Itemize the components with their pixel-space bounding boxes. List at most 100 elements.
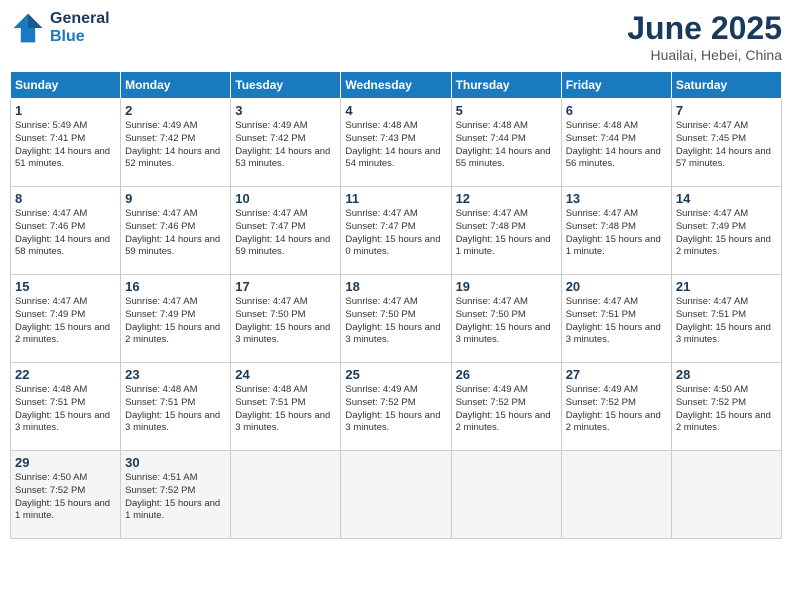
day-info: Sunrise: 4:47 AMSunset: 7:50 PMDaylight:…: [345, 296, 446, 347]
table-row: 5 Sunrise: 4:48 AMSunset: 7:44 PMDayligh…: [451, 99, 561, 187]
calendar-week-row: 8 Sunrise: 4:47 AMSunset: 7:46 PMDayligh…: [11, 187, 782, 275]
day-number: 26: [456, 367, 557, 382]
table-row: 26 Sunrise: 4:49 AMSunset: 7:52 PMDaylig…: [451, 363, 561, 451]
day-number: 19: [456, 279, 557, 294]
table-row: 11 Sunrise: 4:47 AMSunset: 7:47 PMDaylig…: [341, 187, 451, 275]
day-number: 27: [566, 367, 667, 382]
header-wednesday: Wednesday: [341, 72, 451, 99]
day-info: Sunrise: 4:47 AMSunset: 7:46 PMDaylight:…: [125, 208, 226, 259]
day-number: 6: [566, 103, 667, 118]
day-info: Sunrise: 4:48 AMSunset: 7:43 PMDaylight:…: [345, 120, 446, 171]
header-tuesday: Tuesday: [231, 72, 341, 99]
table-row: 18 Sunrise: 4:47 AMSunset: 7:50 PMDaylig…: [341, 275, 451, 363]
table-row: 20 Sunrise: 4:47 AMSunset: 7:51 PMDaylig…: [561, 275, 671, 363]
table-row: 17 Sunrise: 4:47 AMSunset: 7:50 PMDaylig…: [231, 275, 341, 363]
table-row: 16 Sunrise: 4:47 AMSunset: 7:49 PMDaylig…: [121, 275, 231, 363]
day-info: Sunrise: 4:49 AMSunset: 7:42 PMDaylight:…: [235, 120, 336, 171]
day-number: 20: [566, 279, 667, 294]
table-row: [341, 451, 451, 539]
table-row: 25 Sunrise: 4:49 AMSunset: 7:52 PMDaylig…: [341, 363, 451, 451]
day-info: Sunrise: 4:47 AMSunset: 7:45 PMDaylight:…: [676, 120, 777, 171]
table-row: 29 Sunrise: 4:50 AMSunset: 7:52 PMDaylig…: [11, 451, 121, 539]
header-friday: Friday: [561, 72, 671, 99]
table-row: 24 Sunrise: 4:48 AMSunset: 7:51 PMDaylig…: [231, 363, 341, 451]
day-number: 8: [15, 191, 116, 206]
day-number: 9: [125, 191, 226, 206]
calendar-week-row: 15 Sunrise: 4:47 AMSunset: 7:49 PMDaylig…: [11, 275, 782, 363]
table-row: 1 Sunrise: 5:49 AMSunset: 7:41 PMDayligh…: [11, 99, 121, 187]
day-info: Sunrise: 4:48 AMSunset: 7:44 PMDaylight:…: [456, 120, 557, 171]
table-row: 7 Sunrise: 4:47 AMSunset: 7:45 PMDayligh…: [671, 99, 781, 187]
day-number: 22: [15, 367, 116, 382]
header-sunday: Sunday: [11, 72, 121, 99]
day-number: 14: [676, 191, 777, 206]
day-number: 30: [125, 455, 226, 470]
table-row: 3 Sunrise: 4:49 AMSunset: 7:42 PMDayligh…: [231, 99, 341, 187]
table-row: 2 Sunrise: 4:49 AMSunset: 7:42 PMDayligh…: [121, 99, 231, 187]
header-thursday: Thursday: [451, 72, 561, 99]
day-info: Sunrise: 4:50 AMSunset: 7:52 PMDaylight:…: [15, 472, 116, 523]
day-info: Sunrise: 4:49 AMSunset: 7:52 PMDaylight:…: [566, 384, 667, 435]
table-row: [451, 451, 561, 539]
table-row: [561, 451, 671, 539]
day-info: Sunrise: 4:47 AMSunset: 7:46 PMDaylight:…: [15, 208, 116, 259]
day-number: 16: [125, 279, 226, 294]
day-number: 28: [676, 367, 777, 382]
table-row: 15 Sunrise: 4:47 AMSunset: 7:49 PMDaylig…: [11, 275, 121, 363]
day-info: Sunrise: 4:47 AMSunset: 7:51 PMDaylight:…: [676, 296, 777, 347]
table-row: 10 Sunrise: 4:47 AMSunset: 7:47 PMDaylig…: [231, 187, 341, 275]
table-row: 27 Sunrise: 4:49 AMSunset: 7:52 PMDaylig…: [561, 363, 671, 451]
table-row: 21 Sunrise: 4:47 AMSunset: 7:51 PMDaylig…: [671, 275, 781, 363]
day-number: 15: [15, 279, 116, 294]
day-number: 1: [15, 103, 116, 118]
day-info: Sunrise: 4:47 AMSunset: 7:49 PMDaylight:…: [15, 296, 116, 347]
header-monday: Monday: [121, 72, 231, 99]
day-info: Sunrise: 4:47 AMSunset: 7:47 PMDaylight:…: [345, 208, 446, 259]
day-number: 4: [345, 103, 446, 118]
day-info: Sunrise: 4:50 AMSunset: 7:52 PMDaylight:…: [676, 384, 777, 435]
table-row: 28 Sunrise: 4:50 AMSunset: 7:52 PMDaylig…: [671, 363, 781, 451]
logo-text: General Blue: [50, 10, 110, 45]
day-info: Sunrise: 4:48 AMSunset: 7:51 PMDaylight:…: [125, 384, 226, 435]
calendar-week-row: 29 Sunrise: 4:50 AMSunset: 7:52 PMDaylig…: [11, 451, 782, 539]
day-number: 12: [456, 191, 557, 206]
day-info: Sunrise: 4:47 AMSunset: 7:49 PMDaylight:…: [676, 208, 777, 259]
table-row: 14 Sunrise: 4:47 AMSunset: 7:49 PMDaylig…: [671, 187, 781, 275]
table-row: 8 Sunrise: 4:47 AMSunset: 7:46 PMDayligh…: [11, 187, 121, 275]
day-number: 10: [235, 191, 336, 206]
day-number: 3: [235, 103, 336, 118]
day-number: 18: [345, 279, 446, 294]
day-info: Sunrise: 4:48 AMSunset: 7:51 PMDaylight:…: [235, 384, 336, 435]
page-header: General Blue June 2025 Huailai, Hebei, C…: [10, 10, 782, 63]
day-number: 17: [235, 279, 336, 294]
table-row: 22 Sunrise: 4:48 AMSunset: 7:51 PMDaylig…: [11, 363, 121, 451]
table-row: 19 Sunrise: 4:47 AMSunset: 7:50 PMDaylig…: [451, 275, 561, 363]
table-row: 13 Sunrise: 4:47 AMSunset: 7:48 PMDaylig…: [561, 187, 671, 275]
title-block: June 2025 Huailai, Hebei, China: [627, 10, 782, 63]
day-info: Sunrise: 4:47 AMSunset: 7:48 PMDaylight:…: [456, 208, 557, 259]
calendar-week-row: 1 Sunrise: 5:49 AMSunset: 7:41 PMDayligh…: [11, 99, 782, 187]
day-info: Sunrise: 4:47 AMSunset: 7:51 PMDaylight:…: [566, 296, 667, 347]
day-number: 23: [125, 367, 226, 382]
logo-icon: [10, 10, 46, 46]
day-number: 13: [566, 191, 667, 206]
logo: General Blue: [10, 10, 110, 46]
table-row: [671, 451, 781, 539]
month-year: June 2025: [627, 10, 782, 47]
day-number: 24: [235, 367, 336, 382]
calendar-week-row: 22 Sunrise: 4:48 AMSunset: 7:51 PMDaylig…: [11, 363, 782, 451]
table-row: 9 Sunrise: 4:47 AMSunset: 7:46 PMDayligh…: [121, 187, 231, 275]
table-row: [231, 451, 341, 539]
day-number: 2: [125, 103, 226, 118]
day-number: 29: [15, 455, 116, 470]
table-row: 12 Sunrise: 4:47 AMSunset: 7:48 PMDaylig…: [451, 187, 561, 275]
day-info: Sunrise: 4:49 AMSunset: 7:52 PMDaylight:…: [345, 384, 446, 435]
table-row: 4 Sunrise: 4:48 AMSunset: 7:43 PMDayligh…: [341, 99, 451, 187]
day-number: 25: [345, 367, 446, 382]
calendar-table: Sunday Monday Tuesday Wednesday Thursday…: [10, 71, 782, 539]
day-number: 11: [345, 191, 446, 206]
day-info: Sunrise: 4:47 AMSunset: 7:49 PMDaylight:…: [125, 296, 226, 347]
weekday-header-row: Sunday Monday Tuesday Wednesday Thursday…: [11, 72, 782, 99]
day-info: Sunrise: 5:49 AMSunset: 7:41 PMDaylight:…: [15, 120, 116, 171]
day-number: 7: [676, 103, 777, 118]
